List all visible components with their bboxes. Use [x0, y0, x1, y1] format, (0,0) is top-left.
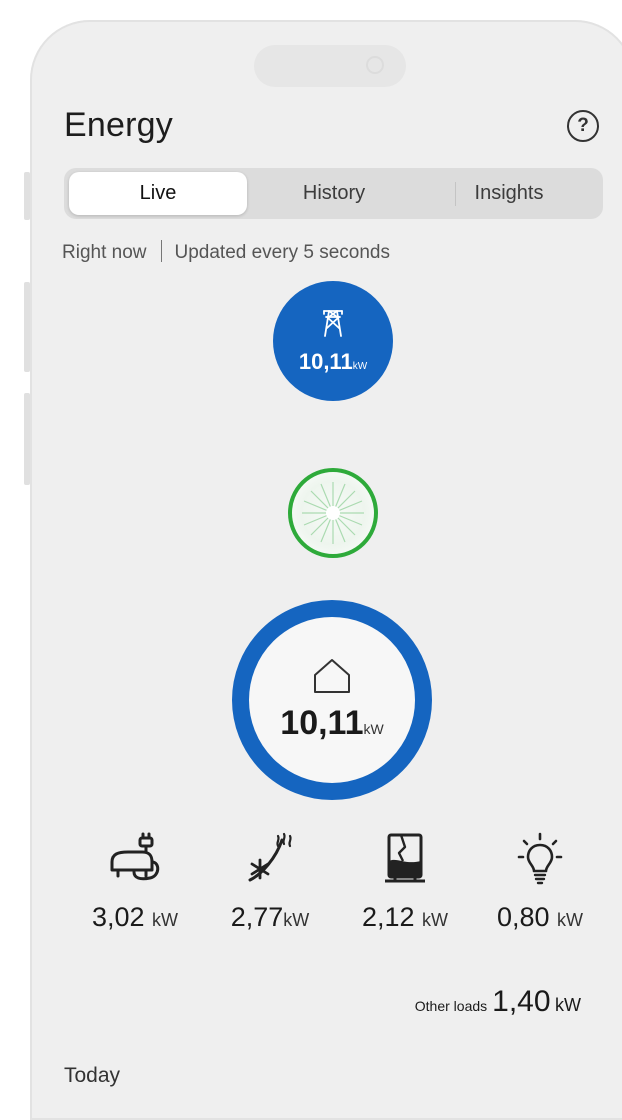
water-heater-icon — [381, 830, 429, 888]
load-ev-charger[interactable]: 3,02 kW — [70, 830, 200, 933]
ev-charger-icon — [106, 830, 164, 888]
heat-pump-icon — [242, 830, 298, 888]
status-divider — [160, 240, 162, 262]
house-consumption-node[interactable]: 10,11kW — [232, 600, 432, 800]
heat-pump-value: 2,77 — [230, 902, 284, 932]
tab-bar: Live History Insights — [64, 168, 603, 219]
load-heat-pump[interactable]: 2,77kW — [205, 830, 335, 933]
grid-power-value: 10,11 — [298, 348, 353, 374]
other-loads[interactable]: Other loads 1,40 kW — [415, 985, 581, 1019]
tab-insights[interactable]: Insights — [420, 172, 598, 215]
status-line: Right now Updated every 5 seconds — [62, 240, 390, 264]
question-circle-icon[interactable]: ? — [567, 110, 599, 142]
lighting-unit: kW — [557, 910, 584, 930]
ev-charger-value: 3,02 — [91, 902, 145, 932]
lighting-value: 0,80 — [496, 902, 550, 932]
status-update-interval: Updated every 5 seconds — [174, 242, 390, 263]
load-water-heater[interactable]: 2,12 kW — [340, 830, 470, 933]
water-heater-unit: kW — [422, 910, 449, 930]
house-icon — [312, 657, 352, 700]
water-heater-readout: 2,12 kW — [362, 902, 448, 933]
ev-charger-unit: kW — [152, 910, 179, 930]
load-lighting[interactable]: 0,80 kW — [475, 830, 605, 933]
loads-row: 3,02 kW 2,77kW 2,12 kW 0,80 kW — [70, 830, 610, 950]
phone-frame: Energy ? Live History Insights Right now… — [30, 20, 622, 1120]
heat-pump-unit: kW — [283, 910, 310, 930]
house-power-unit: kW — [363, 721, 384, 737]
ev-charger-readout: 3,02 kW — [92, 902, 178, 933]
section-today-title: Today — [64, 1064, 121, 1087]
house-power-readout: 10,11kW — [280, 704, 383, 743]
solar-flow-node[interactable] — [288, 468, 378, 558]
water-heater-value: 2,12 — [361, 902, 415, 932]
grid-power-unit: kW — [352, 360, 368, 372]
lightbulb-icon — [516, 830, 564, 888]
solar-flow-icon — [292, 472, 374, 554]
tab-live[interactable]: Live — [69, 172, 247, 215]
grid-power-readout: 10,11kW — [299, 349, 367, 375]
heat-pump-readout: 2,77kW — [231, 902, 310, 933]
other-loads-value: 1,40 — [492, 985, 551, 1018]
status-right-now: Right now — [62, 242, 147, 263]
lighting-readout: 0,80 kW — [497, 902, 583, 933]
camera-icon — [366, 56, 384, 74]
house-power-value: 10,11 — [280, 704, 364, 742]
grid-power-node[interactable]: 10,11kW — [273, 281, 393, 401]
page-title: Energy — [64, 106, 173, 144]
power-pylon-icon — [322, 308, 344, 343]
tab-history[interactable]: History — [245, 172, 423, 215]
other-loads-unit: kW — [555, 995, 581, 1015]
other-loads-label: Other loads — [414, 998, 488, 1014]
